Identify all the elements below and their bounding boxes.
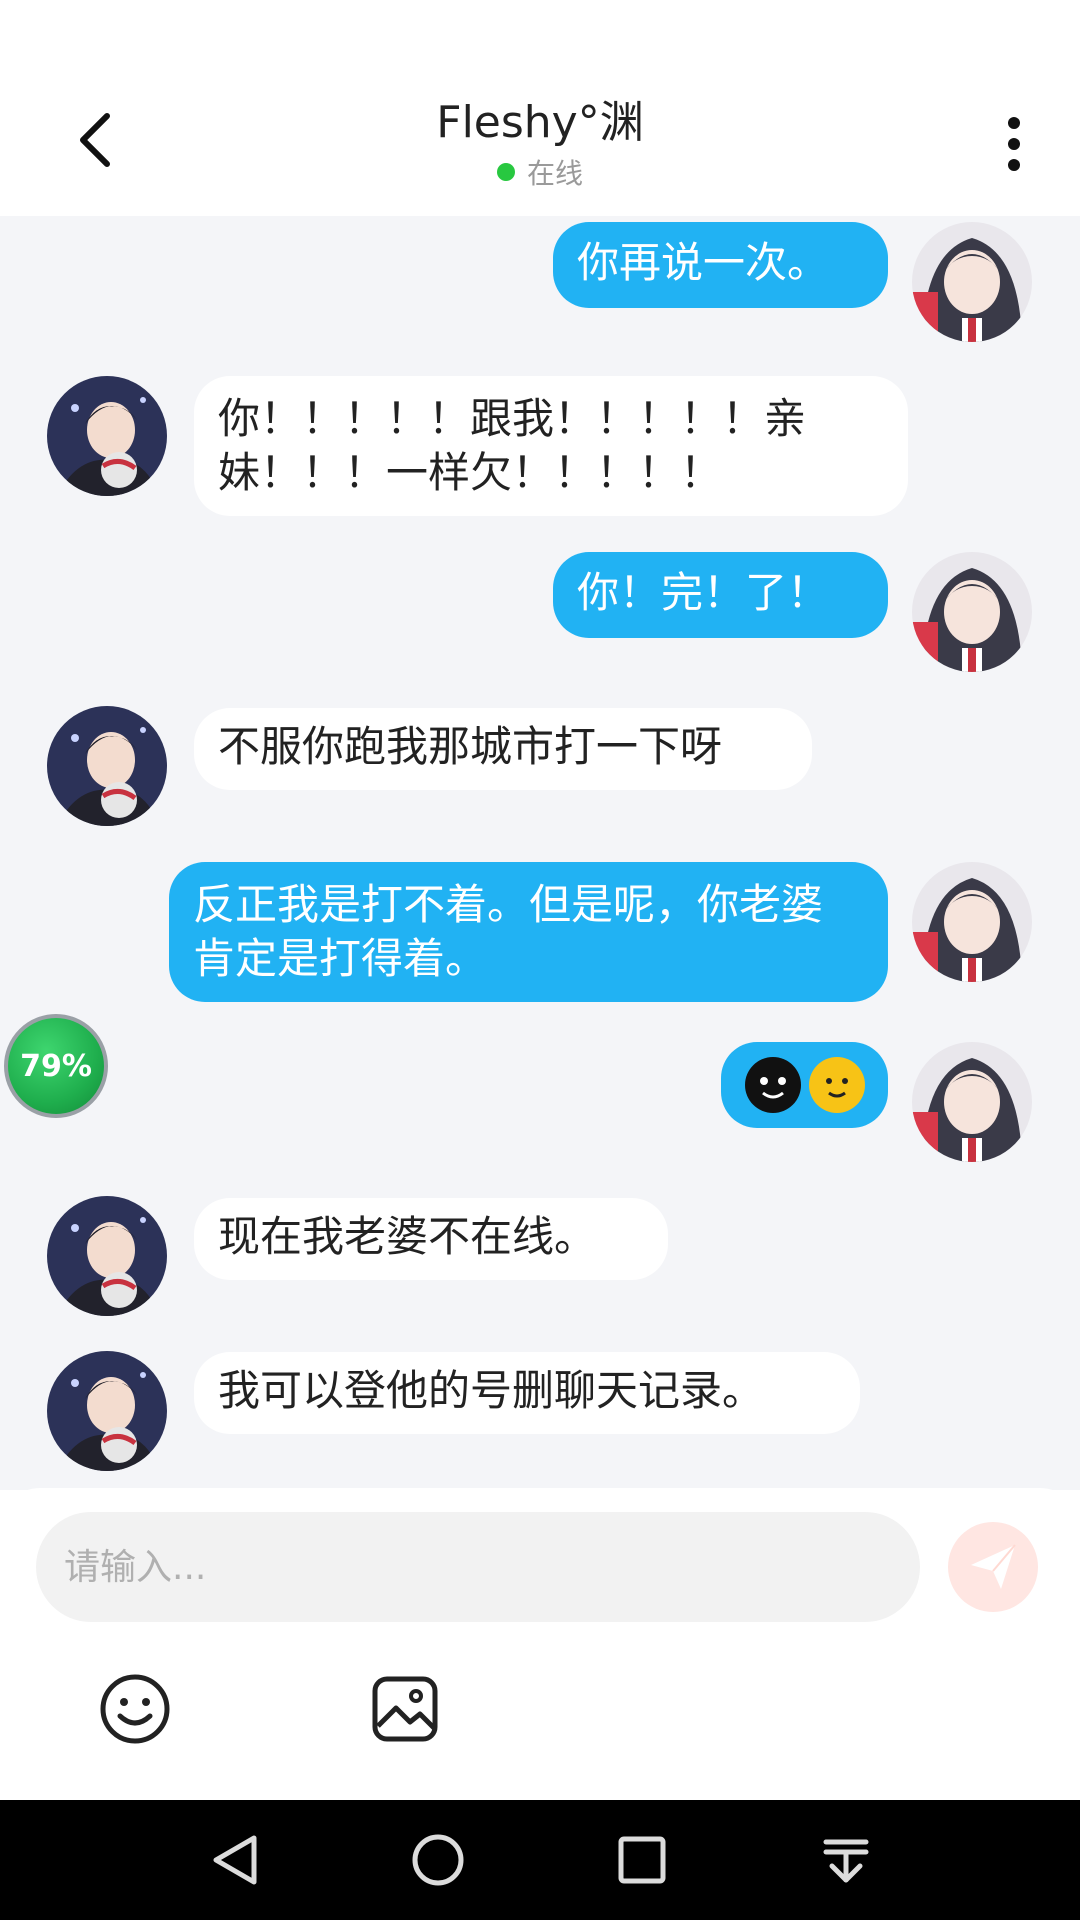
my-avatar[interactable] [912,552,1032,672]
girl-avatar-icon [912,552,1032,672]
message-bubble-received[interactable]: 不服你跑我那城市打一下呀 [194,708,812,790]
girl-avatar-icon [912,862,1032,982]
message-bubble-sent[interactable]: 你！完！了！ [553,552,888,638]
message-list[interactable]: 你再说一次。 你！！！！！跟我！！！！！亲妹！！！一样欠！！！！！ 你！完！了！… [0,216,1080,1490]
my-avatar[interactable] [912,1042,1032,1162]
smiley-icon [100,1674,170,1744]
composer-bar [0,1488,1080,1800]
recents-square-icon [618,1836,666,1884]
my-avatar[interactable] [912,222,1032,342]
emoji-button[interactable] [98,1672,172,1746]
image-button[interactable] [370,1674,440,1744]
boy-avatar-icon [47,1351,167,1471]
send-button[interactable] [948,1522,1038,1612]
girl-avatar-icon [912,222,1032,342]
message-bubble-received[interactable]: 现在我老婆不在线。 [194,1198,668,1280]
floating-progress-badge[interactable]: 79% [4,1014,108,1118]
boy-avatar-icon [47,376,167,496]
back-triangle-icon [213,1835,257,1885]
system-nav-bar [0,1800,1080,1920]
boy-avatar-icon [47,706,167,826]
my-avatar[interactable] [912,862,1032,982]
more-vertical-icon [1008,117,1020,171]
nav-notification-button[interactable] [816,1830,876,1890]
more-options-button[interactable] [990,112,1038,176]
status-text: 在线 [526,157,583,190]
yellow-face-emoji [808,1057,865,1113]
message-bubble-sent[interactable]: 反正我是打不着。但是呢，你老婆肯定是打得着。 [169,862,888,1002]
message-bubble-sent[interactable]: 你再说一次。 [553,222,888,308]
contact-avatar[interactable] [47,706,167,826]
emoji-message-bubble[interactable] [721,1042,888,1128]
nav-back-button[interactable] [206,1830,266,1890]
message-bubble-received[interactable]: 你！！！！！跟我！！！！！亲妹！！！一样欠！！！！！ [194,376,908,516]
contact-avatar[interactable] [47,376,167,496]
image-icon [372,1676,438,1742]
chat-screen: Fleshy°渊 在线 你再说一次。 你！！！！！跟我！！！！！亲妹！！！一样欠… [0,0,1080,1920]
notification-pull-icon [823,1839,869,1883]
nav-recents-button[interactable] [612,1830,672,1890]
contact-avatar[interactable] [47,1351,167,1471]
badge-percent-text: 79% [20,1048,92,1084]
contact-avatar[interactable] [47,1196,167,1316]
home-circle-icon [412,1834,464,1886]
girl-avatar-icon [912,1042,1032,1162]
message-input[interactable] [36,1512,920,1622]
contact-name: Fleshy°渊 [436,97,644,148]
black-face-emoji [744,1057,801,1113]
nav-home-button[interactable] [408,1830,468,1890]
paper-plane-icon [971,1544,1016,1589]
boy-avatar-icon [47,1196,167,1316]
message-bubble-received[interactable]: 我可以登他的号删聊天记录。 [194,1352,860,1434]
online-dot-icon [496,163,515,181]
chat-header: Fleshy°渊 在线 [0,0,1080,216]
online-status: 在线 [0,152,1080,192]
